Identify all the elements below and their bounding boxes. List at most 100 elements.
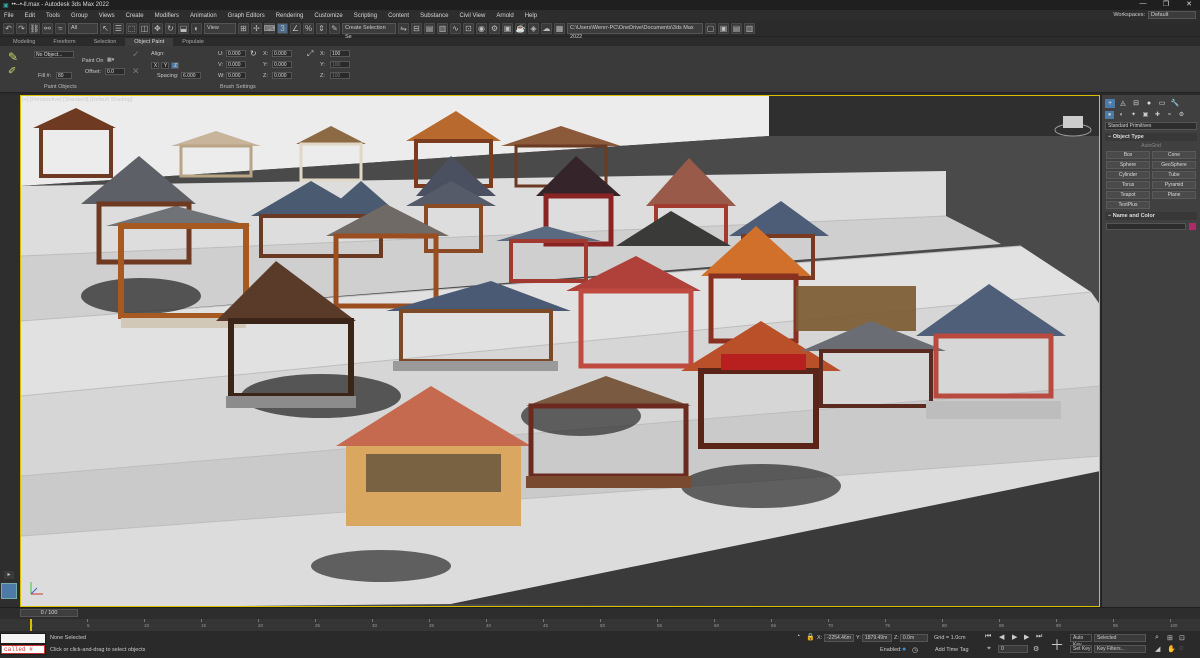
bind-spacewarp-icon[interactable]: ≈ — [55, 23, 66, 34]
play-icon[interactable]: ▶ — [1012, 633, 1017, 641]
key-selection-select[interactable]: Selected — [1094, 634, 1146, 642]
menu-help[interactable]: Help — [525, 13, 537, 19]
teapot-button[interactable]: Teapot — [1106, 191, 1150, 199]
selection-lock-icon[interactable]: 🔒 — [806, 633, 815, 641]
sphere-button[interactable]: Sphere — [1106, 161, 1150, 169]
lights-icon[interactable]: ✦ — [1129, 111, 1138, 119]
name-and-color-rollout[interactable]: − Name and Color — [1105, 212, 1197, 220]
offset-field[interactable]: 0.0 — [105, 68, 125, 75]
named-selection-set[interactable]: Create Selection Se — [342, 23, 396, 40]
menu-group[interactable]: Group — [71, 13, 88, 19]
field-of-view-icon[interactable]: ◢ — [1155, 645, 1160, 653]
w-field[interactable]: 0.000 — [226, 72, 246, 79]
menu-substance[interactable]: Substance — [420, 13, 448, 19]
align-y-button[interactable]: Y — [161, 62, 169, 69]
mirror-icon[interactable]: ⇋ — [398, 23, 409, 34]
cylinder-button[interactable]: Cylinder — [1106, 171, 1150, 179]
toggle-ribbon-icon[interactable]: ▥ — [437, 23, 448, 34]
v-field[interactable]: 0.000 — [226, 61, 246, 68]
set-project-icon[interactable]: ▣ — [718, 23, 729, 34]
paint-objects-group-label[interactable]: Paint Objects — [44, 84, 77, 90]
menu-content[interactable]: Content — [388, 13, 409, 19]
redo-icon[interactable]: ↷ — [16, 23, 27, 34]
maximize-button[interactable]: ❐ — [1155, 0, 1177, 10]
create-tab-icon[interactable]: + — [1105, 99, 1115, 108]
hierarchy-tab-icon[interactable]: ⊟ — [1131, 99, 1141, 108]
project-icon[interactable]: ▤ — [731, 23, 742, 34]
set-key-button[interactable]: Set Key — [1070, 645, 1092, 653]
angle-snap-icon[interactable]: ∠ — [290, 23, 301, 34]
move-icon[interactable]: ✥ — [152, 23, 163, 34]
menu-views[interactable]: Views — [99, 13, 115, 19]
zoom-extents-icon[interactable]: ⊡ — [1179, 634, 1185, 642]
open-folder-icon[interactable]: ▢ — [705, 23, 716, 34]
workspaces-select[interactable]: Default — [1148, 11, 1196, 19]
box-button[interactable]: Box — [1106, 151, 1150, 159]
zoom-icon[interactable]: ⌕ — [1155, 634, 1159, 642]
fill-count-field[interactable]: 80 — [56, 72, 72, 79]
percent-snap-icon[interactable]: % — [303, 23, 314, 34]
ribbon-tab-populate[interactable]: Populate — [173, 38, 213, 46]
snaps-toggle-icon[interactable]: 3 — [277, 23, 288, 34]
ribbon-tab-selection[interactable]: Selection — [85, 38, 126, 46]
unlink-icon[interactable]: ⚯ — [42, 23, 53, 34]
tube-button[interactable]: Tube — [1152, 171, 1196, 179]
set-key-icon[interactable]: ＋ — [1050, 635, 1064, 655]
layer-explorer-icon[interactable]: ▤ — [424, 23, 435, 34]
cameras-icon[interactable]: ▣ — [1141, 111, 1150, 119]
browse-folder-icon[interactable]: ▥ — [744, 23, 755, 34]
pivot-center-icon[interactable]: ⊞ — [238, 23, 249, 34]
close-button[interactable]: ✕ — [1178, 0, 1200, 10]
curve-editor-icon[interactable]: ∿ — [450, 23, 461, 34]
menu-modifiers[interactable]: Modifiers — [155, 13, 179, 19]
scale-z-field[interactable]: 100 — [330, 72, 350, 79]
menu-civil-view[interactable]: Civil View — [459, 13, 485, 19]
menu-customize[interactable]: Customize — [314, 13, 342, 19]
current-frame-field[interactable]: 0 — [998, 645, 1028, 653]
y-coord-field[interactable]: 1879.49m — [862, 634, 892, 642]
ribbon-tab-object-paint[interactable]: Object Paint — [125, 38, 174, 46]
y-rot-field[interactable]: 0.000 — [272, 61, 292, 68]
menu-graph-editors[interactable]: Graph Editors — [228, 13, 265, 19]
rotate-icon[interactable]: ↻ — [165, 23, 176, 34]
object-name-field[interactable] — [1106, 223, 1186, 230]
menu-file[interactable]: File — [4, 13, 14, 19]
menu-arnold[interactable]: Arnold — [496, 13, 513, 19]
paint-object-list[interactable]: No Object... — [34, 51, 74, 58]
keyboard-shortcut-icon[interactable]: ⌨ — [264, 23, 275, 34]
project-folder-icon[interactable]: ▦ — [554, 23, 565, 34]
zoom-all-icon[interactable]: ⊞ — [1167, 634, 1173, 642]
time-tag-icon[interactable]: ◷ — [912, 646, 918, 654]
key-filters-button[interactable]: Key Filters... — [1094, 645, 1146, 653]
render-production-icon[interactable]: ☕ — [515, 23, 526, 34]
z-coord-field[interactable]: 0.0m — [900, 634, 928, 642]
ribbon-tab-freeform[interactable]: Freeform — [44, 38, 84, 46]
viewport-layout-tab[interactable] — [1, 583, 17, 599]
key-mode-icon[interactable]: ⌖ — [987, 645, 991, 653]
x-rot-field[interactable]: 0.000 — [272, 50, 292, 57]
window-crossing-icon[interactable]: ◫ — [139, 23, 150, 34]
spinner-snap-icon[interactable]: ⇕ — [316, 23, 327, 34]
selection-filter[interactable]: All — [68, 23, 98, 34]
next-frame-icon[interactable]: ▶ — [1024, 633, 1029, 641]
link-icon[interactable]: ⛓ — [29, 23, 40, 34]
helpers-icon[interactable]: ✚ — [1153, 111, 1162, 119]
isolate-selection-icon[interactable]: ◔ — [796, 633, 800, 640]
autogrid-checkbox[interactable]: AutoGrid — [1102, 143, 1200, 149]
menu-create[interactable]: Create — [126, 13, 144, 19]
align-z-button[interactable]: Z — [171, 62, 179, 69]
geometry-icon[interactable]: ● — [1105, 111, 1114, 119]
undo-icon[interactable]: ↶ — [3, 23, 14, 34]
display-tab-icon[interactable]: ▭ — [1157, 99, 1167, 108]
maxscript-mini-listener[interactable]: called # — [1, 634, 45, 643]
x-coord-field[interactable]: -2254.46m — [824, 634, 854, 642]
textplus-button[interactable]: TextPlus — [1106, 201, 1150, 209]
minimize-button[interactable]: — — [1132, 0, 1154, 10]
spacewarps-icon[interactable]: ≈ — [1165, 111, 1174, 119]
rendered-frame-window-icon[interactable]: ▣ — [502, 23, 513, 34]
render-iterative-icon[interactable]: ◈ — [528, 23, 539, 34]
previous-frame-icon[interactable]: ◀ — [999, 633, 1004, 641]
u-field[interactable]: 0.000 — [226, 50, 246, 57]
auto-key-button[interactable]: Auto Key — [1070, 634, 1092, 648]
select-manipulate-icon[interactable]: ✢ — [251, 23, 262, 34]
